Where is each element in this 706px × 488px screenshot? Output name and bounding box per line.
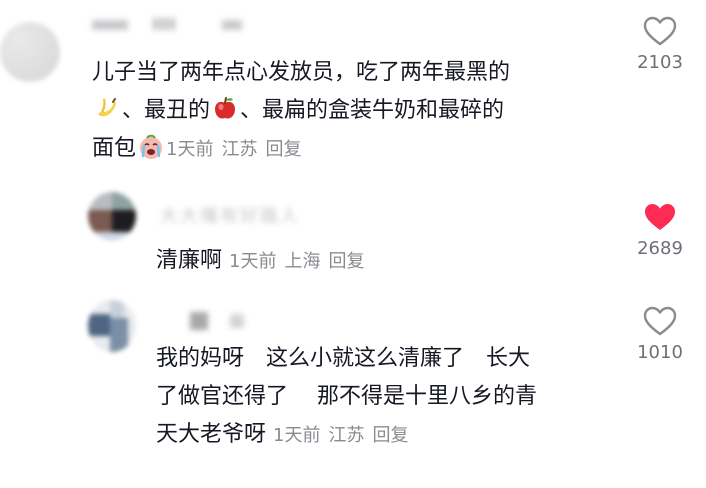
comment-time: 1天前	[166, 139, 214, 160]
comment-text: 我的妈呀 这么小就这么清廉了 长大 了做官还得了 那不得是十里八乡的青 天大老爷…	[156, 340, 537, 455]
reply-button[interactable]: 回复	[372, 425, 408, 446]
comment-fragment: 、最扁的盒装牛奶和最碎的	[240, 98, 505, 123]
comment-location: 上海	[284, 251, 321, 272]
username-blurred[interactable]	[92, 14, 252, 36]
comment-line: 我的妈呀 这么小就这么清廉了 长大	[156, 346, 531, 371]
comment-text: 儿子当了两年点心发放员，吃了两年最黑的 、最丑的 、最扁的盒装牛奶和最碎的 面包	[92, 54, 510, 169]
like-count: 2103	[637, 52, 683, 73]
reply-button[interactable]: 回复	[265, 139, 301, 160]
heart-outline-icon	[643, 16, 677, 46]
username-blurred[interactable]: 大大嘴有好路人	[160, 202, 340, 227]
comment-line: 了做官还得了 那不得是十里八乡的青	[156, 384, 537, 409]
comment-3: 我的妈呀 这么小就这么清廉了 长大 了做官还得了 那不得是十里八乡的青 天大老爷…	[0, 290, 706, 488]
like-count: 2689	[637, 238, 683, 259]
comment-fragment: 面包	[92, 136, 137, 161]
comment-time: 1天前	[229, 251, 277, 272]
username-blurred[interactable]	[160, 310, 280, 332]
avatar[interactable]	[88, 192, 136, 240]
comment-meta: 1天前 江苏 回复	[166, 139, 301, 160]
like-button[interactable]: 2103	[620, 16, 700, 73]
comment-location: 江苏	[221, 139, 258, 160]
reply-button[interactable]: 回复	[328, 251, 364, 272]
comment-text: 清廉啊 1天前 上海 回复	[156, 242, 364, 281]
comment-line: 儿子当了两年点心发放员，吃了两年最黑的	[92, 60, 511, 85]
crying-face-emoji	[140, 134, 163, 159]
comment-line: 面包 1天前 江苏 回复	[92, 130, 510, 169]
comment-line: 、最丑的 、最扁的盒装牛奶和最碎的	[92, 92, 510, 130]
comment-time: 1天前	[273, 425, 321, 446]
like-button[interactable]: 2689	[620, 202, 700, 259]
comment-body: 清廉啊	[156, 248, 223, 273]
heart-filled-icon	[645, 204, 675, 230]
comment-1: 儿子当了两年点心发放员，吃了两年最黑的 、最丑的 、最扁的盒装牛奶和最碎的 面包	[0, 0, 706, 180]
banana-emoji	[98, 98, 116, 117]
avatar[interactable]	[88, 300, 136, 352]
heart-outline-icon	[643, 306, 677, 336]
username: 大大嘴有好路人	[160, 206, 300, 227]
comment-location: 江苏	[328, 425, 365, 446]
like-count: 1010	[637, 342, 683, 363]
comment-meta: 1天前 江苏 回复	[273, 425, 408, 446]
avatar[interactable]	[0, 22, 60, 82]
apple-emoji	[215, 97, 236, 119]
comment-2: 大大嘴有好路人 清廉啊 1天前 上海 回复 2689	[0, 180, 706, 290]
comment-fragment: 天大老爷呀	[156, 422, 267, 447]
comment-line: 天大老爷呀 1天前 江苏 回复	[156, 416, 537, 455]
comment-meta: 1天前 上海 回复	[229, 251, 364, 272]
like-button[interactable]: 1010	[620, 306, 700, 363]
comment-fragment: 、最丑的	[122, 98, 211, 123]
